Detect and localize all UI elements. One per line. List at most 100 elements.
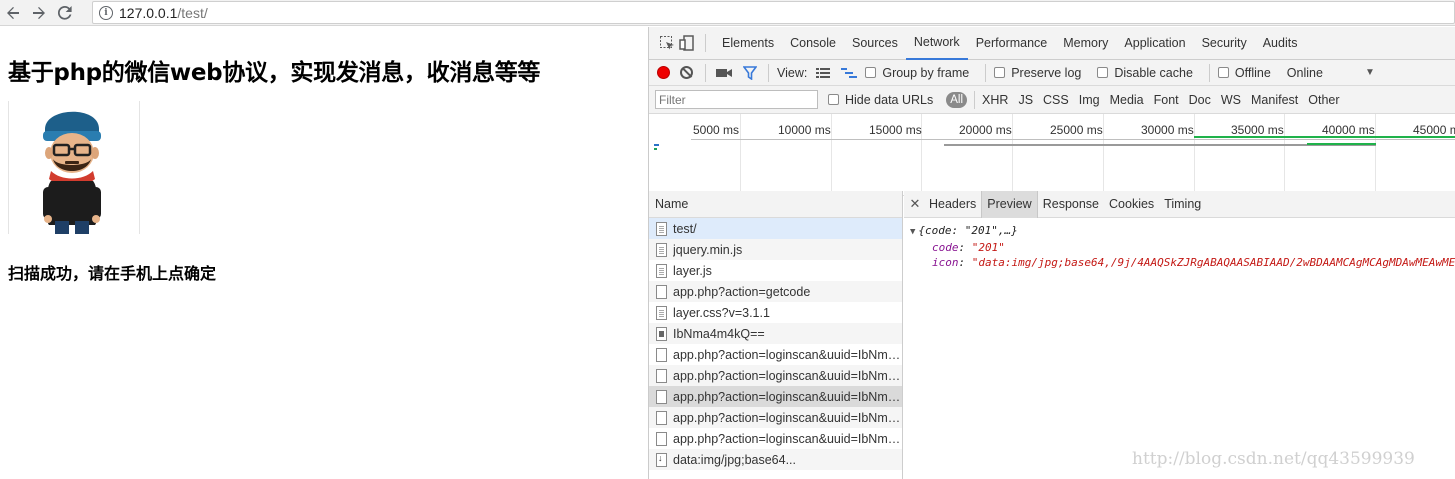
throttling-select[interactable]: Online	[1287, 66, 1323, 80]
request-row[interactable]: IbNma4m4kQ==	[649, 323, 902, 344]
blank-file-icon	[656, 284, 667, 299]
hide-data-urls-toggle[interactable]: Hide data URLs	[828, 93, 939, 107]
request-row[interactable]: layer.css?v=3.1.1	[649, 302, 902, 323]
request-row[interactable]: app.php?action=loginscan&uuid=IbNma4m4kQ…	[649, 428, 902, 449]
timeline-tick-label: 25000 ms	[1050, 123, 1103, 137]
blank-file-icon	[656, 431, 667, 446]
timeline-tick-label: 10000 ms	[778, 123, 831, 137]
tab-cookies[interactable]: Cookies	[1104, 191, 1159, 218]
scan-status-text: 扫描成功，请在手机上点确定	[8, 264, 217, 283]
filter-type-doc[interactable]: Doc	[1189, 93, 1211, 107]
address-bar[interactable]: i 127.0.0.1/test/	[92, 1, 1455, 24]
request-row[interactable]: app.php?action=loginscan&uuid=IbNma4m4kQ…	[649, 407, 902, 428]
chevron-down-icon[interactable]: ▼	[1365, 67, 1375, 78]
json-code-line: code: "201"	[910, 240, 1450, 255]
filter-type-css[interactable]: CSS	[1043, 93, 1069, 107]
tab-network[interactable]: Network	[905, 27, 968, 60]
group-by-frame-checkbox[interactable]	[865, 67, 877, 78]
timeline-tick-label: 5000 ms	[693, 123, 740, 137]
tab-response[interactable]: Response	[1038, 191, 1104, 218]
url-host: 127.0.0.1	[119, 4, 178, 21]
device-toolbar-icon[interactable]	[677, 33, 697, 53]
preserve-log-label: Preserve log	[1011, 65, 1082, 80]
tab-audits[interactable]: Audits	[1255, 27, 1306, 60]
request-row[interactable]: test/	[649, 218, 902, 239]
timeline-request-bar	[654, 144, 659, 146]
request-name: app.php?action=loginscan&uuid=IbNma4m4kQ…	[673, 347, 901, 362]
filter-type-other[interactable]: Other	[1308, 93, 1339, 107]
request-row[interactable]: app.php?action=loginscan&uuid=IbNma4m4kQ…	[649, 365, 902, 386]
json-root-line[interactable]: ▼ {code: "201",…}	[910, 223, 1450, 240]
download-icon	[656, 452, 667, 467]
offline-checkbox[interactable]	[1217, 67, 1229, 78]
request-row[interactable]: jquery.min.js	[649, 239, 902, 260]
filter-type-font[interactable]: Font	[1154, 93, 1179, 107]
request-row[interactable]: app.php?action=loginscan&uuid=IbNma4m4kQ…	[649, 386, 902, 407]
expand-triangle-icon[interactable]: ▼	[910, 225, 915, 240]
tab-preview[interactable]: Preview	[981, 190, 1038, 218]
filter-icon[interactable]	[740, 63, 760, 83]
hide-data-urls-label: Hide data URLs	[845, 92, 934, 107]
reload-button[interactable]	[52, 0, 78, 26]
filter-type-all[interactable]: All	[946, 91, 968, 108]
waterfall-overview-icon[interactable]	[839, 63, 859, 83]
request-row[interactable]: app.php?action=getcode	[649, 281, 902, 302]
script-icon	[656, 242, 667, 257]
request-row[interactable]: layer.js	[649, 260, 902, 281]
arrow-left-icon	[7, 6, 19, 19]
request-name: app.php?action=loginscan&uuid=IbNma4m4kQ…	[673, 389, 901, 404]
group-by-frame-toggle[interactable]: Group by frame	[865, 66, 975, 80]
close-icon[interactable]: ✕	[906, 196, 924, 212]
name-column-header[interactable]: Name	[649, 191, 902, 218]
disable-cache-checkbox[interactable]	[1097, 67, 1109, 78]
filter-input[interactable]	[655, 90, 818, 109]
tab-timing[interactable]: Timing	[1159, 191, 1206, 218]
request-row[interactable]: data:img/jpg;base64...	[649, 449, 902, 470]
capture-screenshots-icon[interactable]	[714, 63, 734, 83]
request-name: app.php?action=loginscan&uuid=IbNma4m4kQ…	[673, 368, 901, 383]
blank-file-icon	[656, 410, 667, 425]
tab-console[interactable]: Console	[782, 27, 844, 60]
browser-toolbar: i 127.0.0.1/test/	[0, 0, 1455, 26]
timeline-gridline	[1194, 114, 1195, 196]
inspect-element-icon[interactable]	[657, 33, 677, 53]
filter-type-js[interactable]: JS	[1018, 93, 1033, 107]
filterbar-separator	[974, 90, 976, 109]
info-icon[interactable]: i	[99, 5, 113, 20]
json-colon: :	[958, 241, 972, 254]
tab-application[interactable]: Application	[1116, 27, 1193, 60]
tab-headers[interactable]: Headers	[924, 191, 981, 218]
filter-type-media[interactable]: Media	[1110, 93, 1144, 107]
hide-data-urls-checkbox[interactable]	[828, 94, 839, 105]
tab-memory[interactable]: Memory	[1055, 27, 1116, 60]
filter-type-ws[interactable]: WS	[1221, 93, 1241, 107]
clear-button[interactable]	[680, 66, 693, 79]
filter-type-img[interactable]: Img	[1079, 93, 1100, 107]
preserve-log-checkbox[interactable]	[994, 67, 1006, 78]
json-key: icon	[932, 256, 959, 269]
reload-icon	[57, 5, 72, 20]
toolbar-separator	[1208, 63, 1210, 82]
toolbar-separator	[705, 63, 706, 82]
back-button[interactable]	[0, 0, 26, 26]
tab-security[interactable]: Security	[1194, 27, 1255, 60]
offline-toggle[interactable]: Offline	[1217, 66, 1277, 80]
json-preview: ▼ {code: "201",…} code: "201" icon: "data…	[904, 218, 1455, 275]
filter-type-xhr[interactable]: XHR	[982, 93, 1008, 107]
preserve-log-toggle[interactable]: Preserve log	[994, 66, 1087, 80]
disable-cache-toggle[interactable]: Disable cache	[1097, 66, 1199, 80]
request-name: layer.js	[673, 263, 712, 278]
network-overview-timeline[interactable]: 5000 ms 10000 ms 15000 ms 20000 ms 25000…	[649, 114, 1455, 202]
tab-performance[interactable]: Performance	[968, 27, 1056, 60]
request-row[interactable]: app.php?action=loginscan&uuid=IbNma4m4kQ…	[649, 344, 902, 365]
tab-sources[interactable]: Sources	[844, 27, 906, 60]
large-rows-icon[interactable]	[813, 63, 833, 83]
tab-elements[interactable]: Elements	[714, 27, 782, 60]
timeline-tick-label: 30000 ms	[1141, 123, 1194, 137]
network-filterbar: Hide data URLs All XHR JS CSS Img Media …	[649, 86, 1455, 114]
record-button[interactable]	[657, 66, 670, 79]
timeline-gridline	[1103, 114, 1104, 196]
filter-type-manifest[interactable]: Manifest	[1251, 93, 1298, 107]
request-name: test/	[673, 221, 697, 236]
forward-button[interactable]	[26, 0, 52, 26]
